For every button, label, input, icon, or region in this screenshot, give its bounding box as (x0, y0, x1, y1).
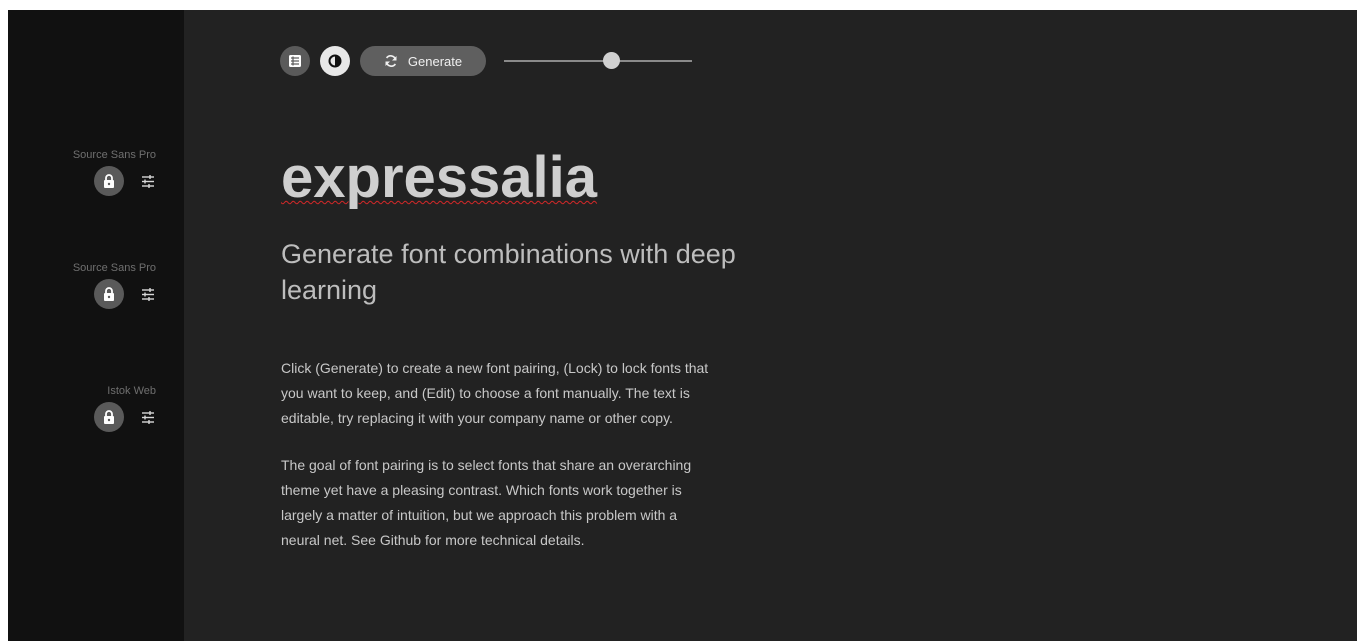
app-frame: Source Sans Pro Source Sans Pro Istok We… (8, 10, 1357, 641)
generate-button-label: Generate (407, 53, 463, 69)
font-name-label: Source Sans Pro (72, 149, 156, 161)
lock-icon (104, 410, 114, 424)
font-name-label: Istok Web (107, 385, 156, 397)
lock-icon (104, 287, 114, 301)
refresh-icon (385, 55, 397, 67)
tune-icon (142, 287, 154, 301)
font-controls (94, 402, 156, 432)
edit-font-button[interactable] (140, 286, 156, 302)
lock-button[interactable] (94, 402, 124, 432)
slider-thumb[interactable] (603, 52, 621, 69)
font-controls (73, 279, 156, 309)
font-sidebar: Source Sans Pro Source Sans Pro Istok We… (8, 10, 184, 641)
tune-icon (142, 410, 154, 424)
edit-font-button[interactable] (140, 173, 156, 189)
font-slot-heading: Source Sans Pro (73, 148, 156, 196)
contrast-icon (328, 54, 342, 68)
menu-button[interactable] (280, 46, 310, 76)
preview-body-paragraph[interactable]: The goal of font pairing is to select fo… (281, 453, 711, 553)
font-controls (73, 166, 156, 196)
slider-track (504, 60, 692, 62)
lock-button[interactable] (94, 166, 124, 196)
edit-font-button[interactable] (140, 409, 156, 425)
editable-preview[interactable]: expressalia Generate font combinations w… (281, 140, 801, 553)
font-slot-subheading: Source Sans Pro (73, 261, 156, 309)
font-name-label: Source Sans Pro (72, 262, 156, 274)
preview-area: Generate expressalia Generate font combi… (184, 10, 1357, 641)
size-slider[interactable] (504, 46, 692, 76)
theme-toggle-button[interactable] (320, 46, 350, 76)
tune-icon (142, 174, 154, 188)
menu-icon (289, 55, 301, 67)
preview-subheading[interactable]: Generate font combinations with deep lea… (281, 236, 801, 308)
preview-heading[interactable]: expressalia (281, 140, 801, 216)
lock-button[interactable] (94, 279, 124, 309)
generate-button[interactable]: Generate (360, 46, 486, 76)
font-slot-body: Istok Web (94, 384, 156, 432)
preview-body-paragraph[interactable]: Click (Generate) to create a new font pa… (281, 356, 711, 431)
lock-icon (104, 174, 114, 188)
toolbar: Generate (280, 46, 692, 76)
